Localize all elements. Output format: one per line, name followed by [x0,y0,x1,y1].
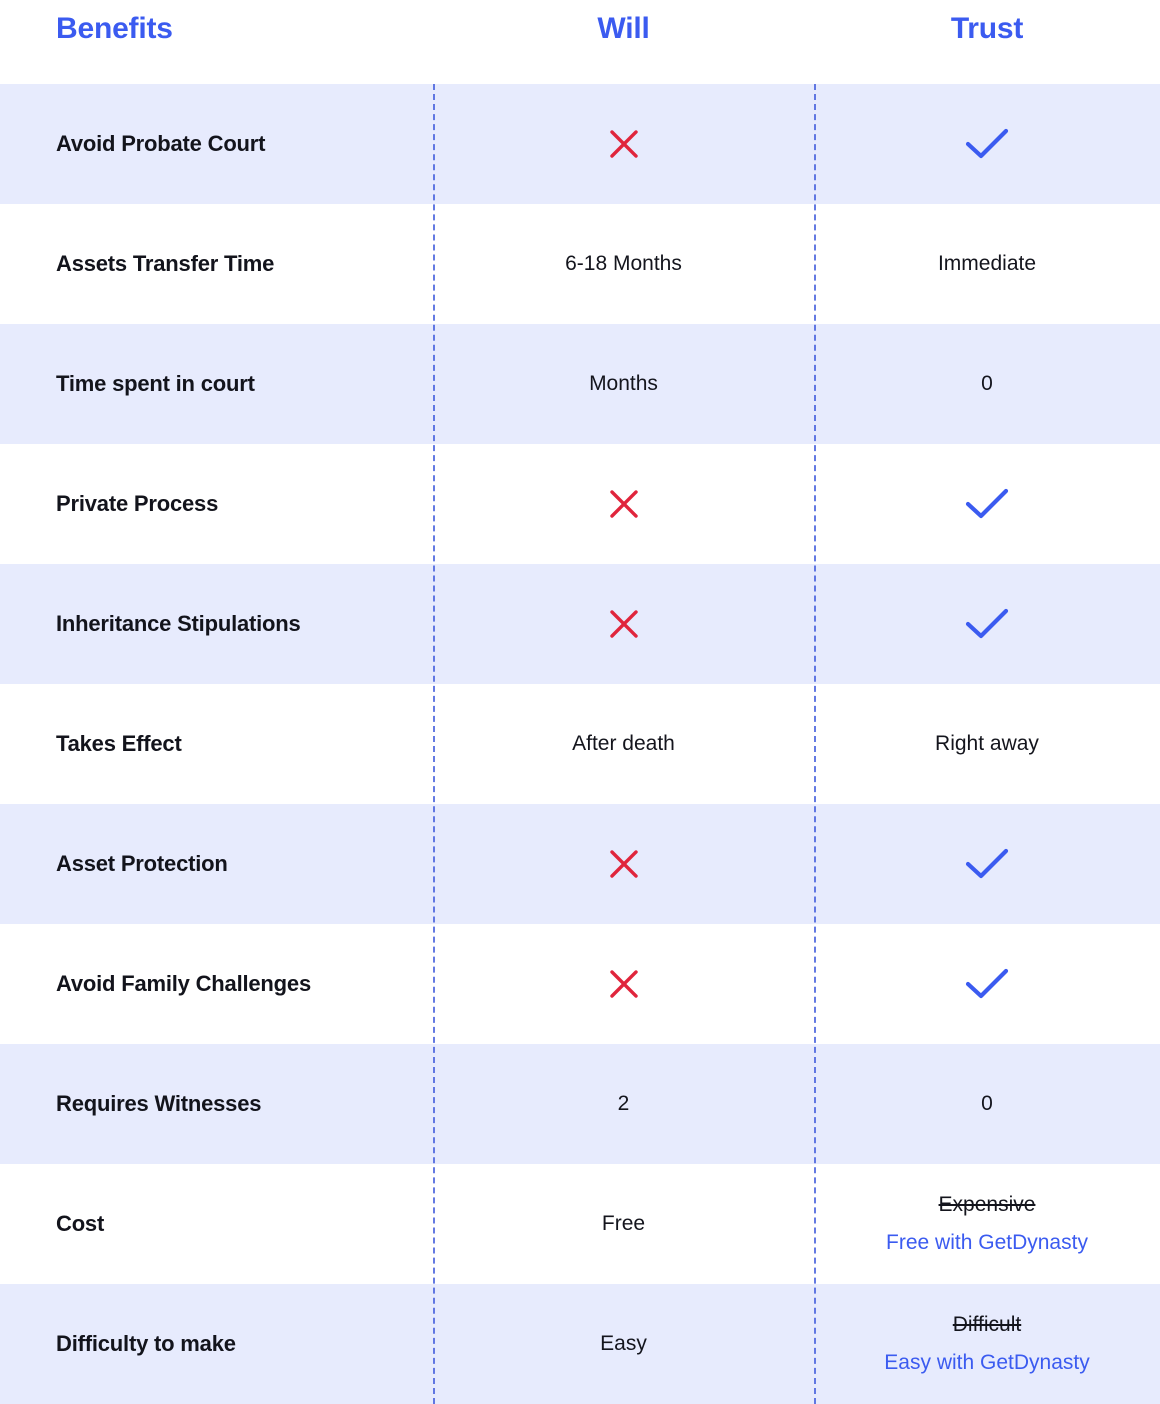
will-value-cell: 6-18 Months [433,204,814,324]
check-icon [964,846,1010,882]
benefit-label-cell: Avoid Probate Court [56,131,266,156]
will-value-cell [433,444,814,564]
check-icon [964,966,1010,1002]
benefit-label-cell: Time spent in court [56,371,255,396]
trust-value-cell: Difficult Easy with GetDynasty [814,1284,1160,1404]
table-row: Cost Free Expensive Free with GetDynasty [0,1164,1160,1284]
trust-value-cell [814,84,1160,204]
cross-icon [607,847,641,881]
table-body: Avoid Probate Court Assets Transfer Time 6… [0,84,1160,1404]
benefit-label-cell: Takes Effect [56,731,182,756]
table-header-row: Benefits Will Trust [0,0,1160,84]
trust-value-cell [814,444,1160,564]
benefit-label-cell: Asset Protection [56,851,228,876]
cell-value: Immediate [937,251,1037,275]
benefit-label-cell: Difficulty to make [56,1331,236,1356]
benefit-label-cell: Private Process [56,491,219,516]
benefit-label-cell: Inheritance Stipulations [56,611,301,636]
trust-value-cell [814,924,1160,1044]
column-header-will: Will [597,12,650,45]
trust-value-cell: Right away [814,684,1160,804]
will-value-cell [433,804,814,924]
benefit-label-cell: Assets Transfer Time [56,251,275,276]
table-row: Difficulty to make Easy Difficult Easy with… [0,1284,1160,1404]
table-row: Assets Transfer Time 6-18 Months Immediate [0,204,1160,324]
will-value-cell [433,84,814,204]
cross-icon [607,607,641,641]
will-value-cell: Months [433,324,814,444]
cell-value: 2 [617,1091,630,1115]
trust-value-cell: 0 [814,1044,1160,1164]
table-row: Time spent in court Months 0 [0,324,1160,444]
table-row: Asset Protection [0,804,1160,924]
trust-value-cell [814,564,1160,684]
will-value-cell: Easy [433,1284,814,1404]
cell-value: After death [572,731,675,755]
cross-icon [607,127,641,161]
will-value-cell [433,564,814,684]
trust-value-cell: 0 [814,324,1160,444]
will-value-cell: Free [433,1164,814,1284]
trust-value-cell [814,804,1160,924]
cell-value: Right away [935,731,1039,755]
column-header-benefits: Benefits [56,12,173,45]
promo-value-stack: Expensive Free with GetDynasty [886,1190,1088,1259]
cell-value: Easy [600,1331,647,1355]
table-row: Private Process [0,444,1160,564]
cell-value: 0 [981,1091,993,1115]
cell-value: Months [589,371,658,395]
table-row: Avoid Family Challenges [0,924,1160,1044]
promo-value-stack: Difficult Easy with GetDynasty [884,1310,1089,1379]
check-icon [964,486,1010,522]
promo-value: Free with GetDynasty [886,1231,1088,1254]
promo-value: Easy with GetDynasty [884,1351,1090,1374]
struck-value: Difficult [952,1312,1022,1336]
cross-icon [607,967,641,1001]
struck-value: Expensive [938,1192,1036,1216]
cell-value: 6-18 Months [565,251,682,275]
will-value-cell [433,924,814,1044]
column-header-trust: Trust [950,12,1024,45]
benefit-label-cell: Avoid Family Challenges [56,971,311,996]
benefit-label-cell: Cost [56,1211,105,1236]
table-row: Takes Effect After death Right away [0,684,1160,804]
cross-icon [607,487,641,521]
will-value-cell: 2 [433,1044,814,1164]
benefit-label-cell: Requires Witnesses [56,1091,262,1116]
will-value-cell: After death [433,684,814,804]
cell-value: 0 [981,371,993,395]
will-vs-trust-comparison-table: Benefits Will Trust Avoid Probate Court A… [0,0,1160,1404]
check-icon [964,606,1010,642]
table-row: Requires Witnesses 2 0 [0,1044,1160,1164]
table-row: Avoid Probate Court [0,84,1160,204]
check-icon [964,126,1010,162]
trust-value-cell: Expensive Free with GetDynasty [814,1164,1160,1284]
cell-value: Free [601,1211,646,1235]
table-row: Inheritance Stipulations [0,564,1160,684]
trust-value-cell: Immediate [814,204,1160,324]
